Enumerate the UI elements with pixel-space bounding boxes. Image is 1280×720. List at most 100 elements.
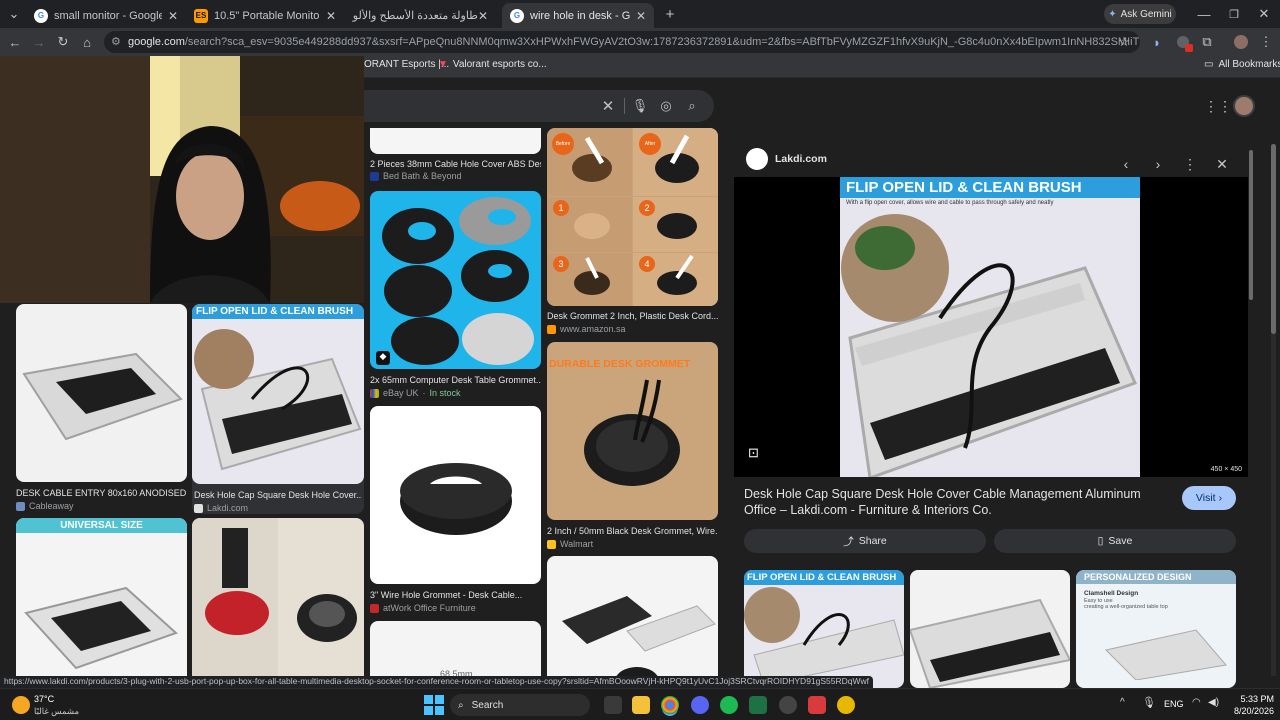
panel-title[interactable]: Desk Hole Cap Square Desk Hole Cover Cab…: [744, 486, 1172, 518]
result-card-desk-grommet-2in[interactable]: Before After 1 2 3 4 Desk Grommet 2 Inch…: [547, 128, 718, 334]
discord-icon[interactable]: [691, 696, 709, 714]
source-logo: [746, 148, 768, 170]
related-illustration: [910, 598, 1070, 688]
app-red-icon[interactable]: [808, 696, 826, 714]
source-favicon-icon: [370, 171, 379, 181]
task-view-icon[interactable]: [604, 696, 622, 714]
tab-arabic-table[interactable]: ✕ طاولة متعددة الأسطح والألوان عا: [344, 3, 502, 28]
profile-avatar[interactable]: [1231, 32, 1251, 52]
page-scrollbar[interactable]: [1271, 144, 1276, 676]
bookmark-valorant-esports[interactable]: ORANT Esports |...: [364, 59, 449, 70]
bookmark-valorant-co[interactable]: ▼ Valorant esports co...: [438, 59, 547, 70]
excel-icon[interactable]: [749, 696, 767, 714]
related-image-3[interactable]: PERSONALIZED DESIGN Clamshell Design Eas…: [1076, 570, 1236, 688]
source-favicon-icon: [370, 388, 379, 398]
image-preview-panel: Lakdi.com ‹ › ⋮ ✕ FLIP OPEN LID & CLEAN …: [734, 142, 1248, 688]
account-avatar[interactable]: [1233, 95, 1255, 117]
visit-button[interactable]: Visit ›: [1182, 486, 1236, 510]
extension-wave-icon[interactable]: ◗: [1147, 32, 1167, 52]
next-image-icon[interactable]: ›: [1148, 154, 1168, 174]
hole-saw-illustration: [192, 518, 357, 688]
app-icon[interactable]: [779, 696, 797, 714]
ask-gemini-button[interactable]: ✦ Ask Gemini: [1104, 4, 1176, 24]
previous-image-icon[interactable]: ‹: [1116, 154, 1136, 174]
microphone-icon[interactable]: 🎙: [632, 98, 649, 114]
windows-start-icon[interactable]: [424, 695, 444, 715]
preview-image-frame: FLIP OPEN LID & CLEAN BRUSH With a flip …: [734, 177, 1248, 477]
panel-scrollbar-thumb[interactable]: [1249, 150, 1253, 300]
save-button[interactable]: ▯ Save: [994, 529, 1236, 553]
lens-search-icon[interactable]: ⊡: [748, 445, 759, 461]
language-indicator[interactable]: ENG: [1164, 699, 1184, 709]
menu-kebab-icon[interactable]: ⋮: [1256, 32, 1276, 52]
chrome-icon[interactable]: [661, 696, 679, 714]
forward-icon[interactable]: →: [29, 32, 49, 52]
scrollbar-thumb[interactable]: [1271, 144, 1276, 334]
all-bookmarks-button[interactable]: ▭ All Bookmarks: [1204, 59, 1280, 70]
search-icon[interactable]: ⌕: [684, 98, 700, 114]
show-hidden-icons[interactable]: ^: [1120, 697, 1125, 708]
taskbar-search[interactable]: ⌕ Search: [450, 694, 590, 716]
tab-search-icon[interactable]: ⌄: [4, 4, 24, 24]
panel-source-link[interactable]: Lakdi.com: [775, 153, 827, 165]
result-card-rect-grommet[interactable]: [547, 556, 718, 688]
wifi-icon[interactable]: ◠: [1192, 697, 1201, 708]
search-box[interactable]: ✕ 🎙 ◎ ⌕: [364, 90, 714, 122]
file-explorer-icon[interactable]: [632, 696, 650, 714]
spotify-icon[interactable]: [720, 696, 738, 714]
result-image: UNIVERSAL SIZE: [16, 518, 187, 688]
reload-icon[interactable]: ↻: [53, 32, 73, 52]
product-tag-icon: ◆: [376, 351, 390, 365]
apps-grid-icon[interactable]: ⋮⋮: [1204, 98, 1232, 115]
more-options-icon[interactable]: ⋮: [1180, 154, 1200, 174]
result-card-38mm-cover[interactable]: 2 Pieces 38mm Cable Hole Cover ABS Des..…: [370, 128, 541, 183]
new-tab-button[interactable]: +: [660, 4, 680, 24]
address-bar[interactable]: ⚙ google.com/search?sca_esv=9035e449288d…: [104, 31, 1140, 53]
bookmark-icon: ▯: [1097, 535, 1104, 547]
close-panel-icon[interactable]: ✕: [1212, 154, 1232, 174]
panel-scrollbar[interactable]: [1249, 144, 1253, 676]
result-image: [370, 128, 541, 154]
restore-icon[interactable]: ❐: [1224, 4, 1244, 24]
share-button[interactable]: ⤴ Share: [744, 529, 986, 553]
result-card-3in-grommet[interactable]: 3" Wire Hole Grommet - Desk Cable... atW…: [370, 406, 541, 616]
site-info-icon[interactable]: ⚙: [111, 35, 121, 48]
result-card-desk-hole-cap[interactable]: FLIP OPEN LID & CLEAN BRUSH Desk Hole Ca…: [192, 304, 364, 514]
extensions-puzzle-icon[interactable]: ⧉: [1197, 32, 1217, 52]
result-card-65mm-grommet[interactable]: ◆ 2x 65mm Computer Desk Table Grommet...…: [370, 191, 541, 401]
close-tab-icon[interactable]: ✕: [478, 9, 488, 23]
lens-icon[interactable]: ◎: [658, 98, 674, 114]
chevron-right-icon: ›: [1218, 492, 1223, 504]
close-tab-icon[interactable]: ✕: [168, 9, 178, 23]
result-image: ◆: [370, 191, 541, 369]
related-image-1[interactable]: FLIP OPEN LID & CLEAN BRUSH: [744, 570, 904, 688]
close-window-icon[interactable]: ✕: [1254, 4, 1274, 24]
result-card-hole-saw[interactable]: [192, 518, 364, 688]
app-yellow-icon[interactable]: [837, 696, 855, 714]
weather-sun-icon[interactable]: [12, 696, 30, 714]
valorant-icon: ▼: [438, 59, 448, 70]
back-icon[interactable]: ←: [5, 32, 25, 52]
clear-search-icon[interactable]: ✕: [600, 98, 616, 115]
close-tab-icon[interactable]: ✕: [326, 9, 336, 23]
microphone-icon[interactable]: 🎙: [1142, 696, 1156, 709]
tab-portable-monitor[interactable]: ES 10.5" Portable Monitor 1920x12 ✕: [186, 3, 344, 28]
related-image-2[interactable]: [910, 570, 1070, 688]
result-card-cable-entry[interactable]: DESK CABLE ENTRY 80x160 ANODISED Cableaw…: [16, 304, 187, 511]
preview-product-illustration: [841, 214, 1138, 477]
rect-grommet-illustration: [562, 596, 716, 688]
volume-icon[interactable]: ◀): [1208, 697, 1219, 708]
bookmark-star-icon[interactable]: ☆: [1114, 32, 1134, 52]
source-favicon-icon: [194, 503, 203, 513]
tab-small-monitor[interactable]: G small monitor - Google Search ✕: [26, 3, 186, 28]
home-icon[interactable]: ⌂: [77, 32, 97, 52]
minimize-icon[interactable]: —: [1194, 4, 1214, 24]
preview-image[interactable]: FLIP OPEN LID & CLEAN BRUSH With a flip …: [840, 177, 1140, 477]
close-tab-icon[interactable]: ✕: [636, 9, 646, 23]
result-card-50mm-grommet[interactable]: DURABLE DESK GROMMET 2 Inch / 50mm Black…: [547, 342, 718, 552]
extension-badge-icon[interactable]: [1173, 32, 1193, 52]
result-card-universal-size[interactable]: UNIVERSAL SIZE: [16, 518, 187, 688]
search-icon: ⌕: [458, 699, 464, 711]
tab-wire-hole[interactable]: G wire hole in desk - Google Sear ✕: [502, 3, 654, 28]
result-image: [547, 556, 718, 688]
